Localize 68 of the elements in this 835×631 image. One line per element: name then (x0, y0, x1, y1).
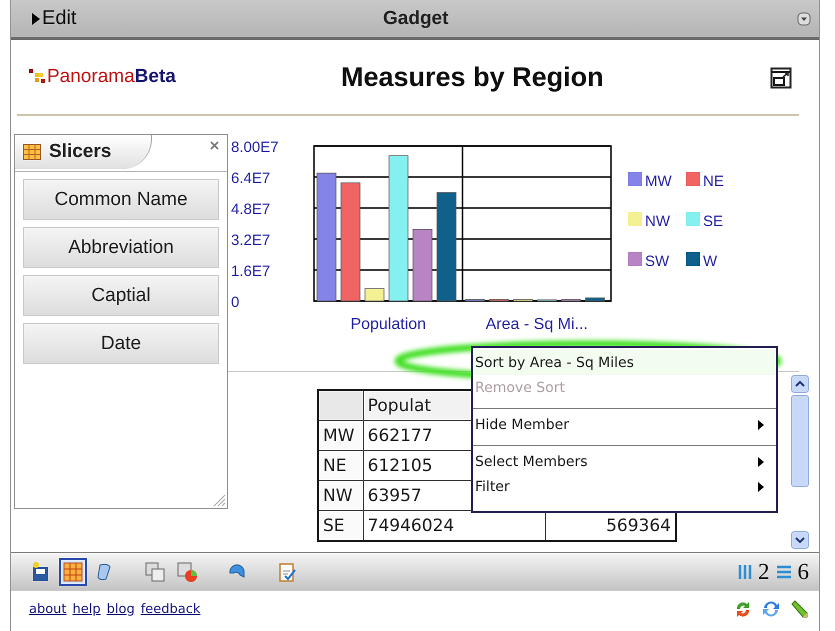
footer-link[interactable]: blog (106, 602, 135, 616)
menu-item[interactable]: Hide Member (473, 408, 776, 437)
bar (585, 298, 605, 302)
menu-item[interactable]: Filter (473, 474, 776, 499)
submenu-arrow-icon (758, 482, 764, 492)
legend-label: NE (703, 173, 724, 190)
legend-label: NW (645, 213, 670, 230)
column-count: 2 (758, 558, 770, 584)
menu-item[interactable]: Sort by Area - Sq Miles (473, 350, 776, 375)
grid-icon[interactable] (59, 558, 87, 586)
scroll-up-icon[interactable] (791, 375, 809, 393)
menu-item[interactable]: Select Members (473, 445, 776, 474)
triangle-icon (31, 12, 41, 26)
slicer-button[interactable]: Abbreviation (23, 227, 219, 268)
row-header[interactable]: NW (318, 480, 364, 510)
axis-label: 3.2E7 (231, 232, 270, 249)
footer-link[interactable]: feedback (140, 602, 200, 616)
close-icon[interactable] (210, 141, 219, 150)
slicers-tab[interactable]: Slicers (15, 135, 152, 169)
legend-label: SW (645, 253, 670, 270)
rows-icon (776, 564, 792, 578)
row-header[interactable]: NE (318, 450, 364, 480)
category-label: Area - Sq Mi... (486, 316, 588, 333)
bar (364, 288, 384, 302)
table-cell: 662177 (368, 426, 433, 446)
row-header[interactable]: SE (318, 510, 364, 541)
legend-label: SE (703, 213, 724, 230)
axis-label: 6.4E7 (231, 170, 270, 187)
dropdown-icon[interactable] (797, 12, 811, 26)
grid-icon (23, 144, 41, 160)
scroll-down-icon[interactable] (791, 531, 809, 549)
axis-label: 0 (231, 294, 240, 311)
logo: PanoramaBeta (29, 66, 176, 88)
slicer-button[interactable]: Date (23, 323, 219, 364)
bar (465, 299, 485, 302)
resize-grip-icon[interactable] (212, 493, 226, 507)
window-title: Gadget (383, 8, 448, 30)
footer-link[interactable]: about (29, 602, 67, 616)
maximize-icon[interactable] (770, 67, 792, 89)
bar (489, 299, 509, 302)
gadget-title: Measures by Region (341, 62, 604, 92)
submenu-arrow-icon (758, 456, 764, 466)
legend-label: MW (645, 173, 672, 190)
category-label: Population (350, 316, 426, 333)
refresh-icon[interactable] (761, 599, 781, 619)
bar (537, 299, 557, 302)
row-count: 6 (798, 558, 809, 584)
submenu-arrow-icon (758, 420, 764, 430)
logo-icon (29, 69, 47, 85)
axis-label: 1.6E7 (231, 263, 270, 280)
footer-link[interactable]: help (72, 602, 101, 616)
pencil-icon[interactable] (789, 599, 809, 619)
axis-label: 8.00E7 (231, 139, 279, 156)
bar (513, 299, 533, 302)
scroll-thumb[interactable] (791, 395, 809, 487)
table-cell: 569364 (606, 516, 671, 536)
table-cell: 612105 (368, 456, 433, 476)
table-cell: 74946024 (368, 516, 454, 536)
slicer-button[interactable]: Captial (23, 275, 219, 316)
columns-icon (738, 564, 752, 580)
legend-label: W (703, 253, 718, 270)
axis-label: 4.8E7 (231, 201, 270, 218)
slicer-button[interactable]: Common Name (23, 179, 219, 220)
row-header[interactable]: MW (318, 420, 364, 450)
vertical-scrollbar[interactable] (791, 375, 809, 549)
bar (561, 299, 581, 302)
table-cell: 63957 (368, 486, 422, 506)
edit-toggle[interactable]: Edit (11, 7, 76, 30)
